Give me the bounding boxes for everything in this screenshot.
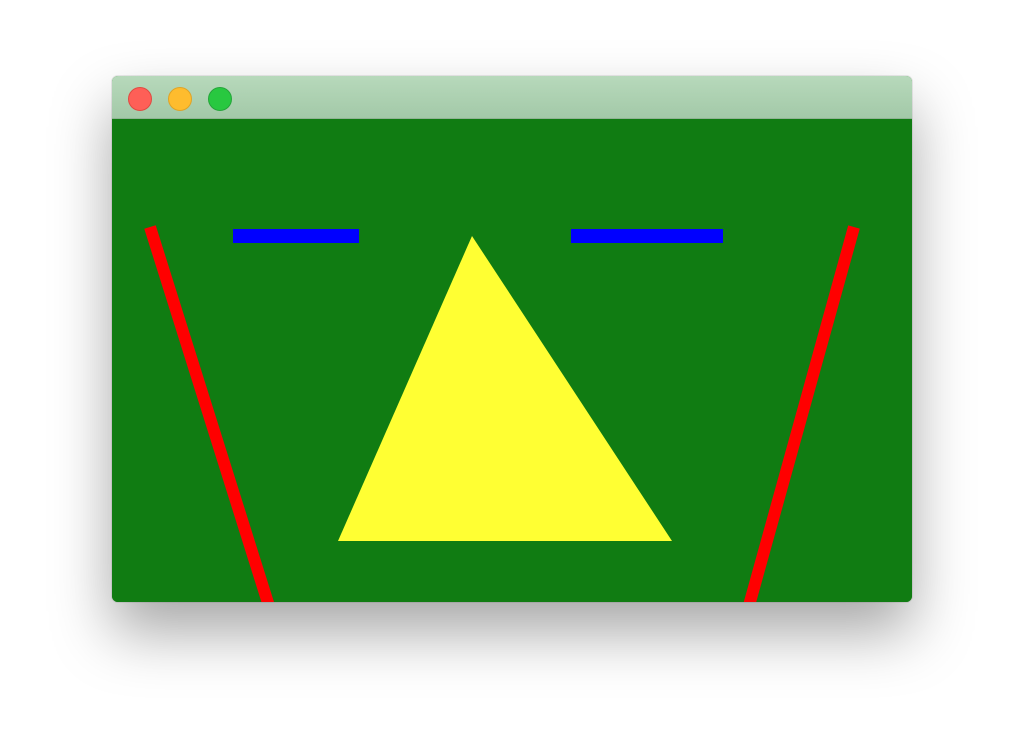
left-blue-bar (233, 229, 359, 243)
right-blue-bar (571, 229, 723, 243)
title-bar[interactable] (112, 76, 912, 119)
zoom-button[interactable] (208, 87, 232, 111)
app-window (112, 76, 912, 602)
minimize-button[interactable] (168, 87, 192, 111)
drawing-canvas (112, 119, 912, 602)
close-button[interactable] (128, 87, 152, 111)
canvas-svg (112, 119, 912, 602)
